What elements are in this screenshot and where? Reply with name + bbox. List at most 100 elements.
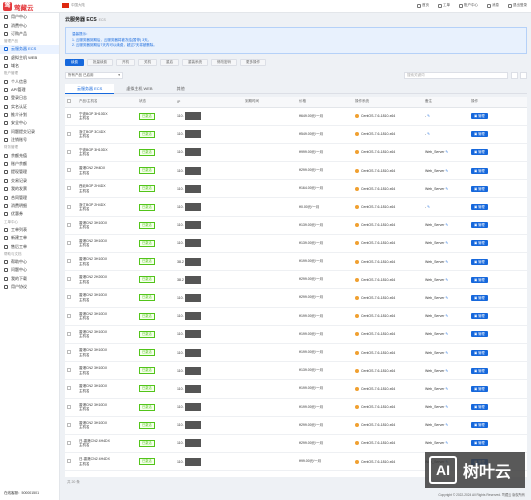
toolbar-button[interactable]: 续费 bbox=[65, 58, 84, 66]
row-checkbox[interactable] bbox=[67, 295, 71, 300]
row-checkbox[interactable] bbox=[67, 168, 71, 173]
sidebar-item[interactable]: 域名 bbox=[0, 62, 59, 70]
manage-button[interactable]: ▣管理 bbox=[471, 349, 488, 356]
settings-icon[interactable] bbox=[520, 71, 527, 79]
toolbar-button[interactable]: 关机 bbox=[138, 58, 157, 66]
edit-icon[interactable]: ✎ bbox=[444, 314, 448, 318]
brand-logo[interactable]: 莺 莺藏云 bbox=[3, 2, 34, 12]
top-nav-item[interactable]: 账户中心 bbox=[459, 3, 478, 8]
region-selector[interactable]: 中国大陆 bbox=[62, 3, 85, 8]
manage-button[interactable]: ▣管理 bbox=[471, 131, 488, 138]
toolbar-button[interactable]: 重装系统 bbox=[182, 58, 208, 66]
edit-icon[interactable]: ✎ bbox=[444, 351, 448, 355]
edit-icon[interactable]: ✎ bbox=[444, 150, 448, 154]
sidebar-item[interactable]: 账户余额 bbox=[0, 160, 59, 168]
edit-icon[interactable]: ✎ bbox=[444, 332, 448, 336]
sidebar-item[interactable]: 问题中心 bbox=[0, 266, 59, 274]
sidebar-item[interactable]: API管理 bbox=[0, 86, 59, 94]
sidebar-item[interactable]: 用户中心 bbox=[0, 13, 59, 21]
sidebar-item[interactable]: 提现管理 bbox=[0, 168, 59, 176]
row-checkbox[interactable] bbox=[67, 113, 71, 118]
sidebar-item[interactable]: 实名认证 bbox=[0, 103, 59, 111]
edit-icon[interactable]: ✎ bbox=[444, 296, 448, 300]
manage-button[interactable]: ▣管理 bbox=[471, 367, 488, 374]
sidebar-item[interactable]: 注销账号 bbox=[0, 136, 59, 144]
manage-button[interactable]: ▣管理 bbox=[471, 294, 488, 301]
sidebar-item[interactable]: 我的下载 bbox=[0, 275, 59, 283]
top-nav-item[interactable]: 首页 bbox=[417, 3, 429, 8]
row-checkbox[interactable] bbox=[67, 277, 71, 282]
row-checkbox[interactable] bbox=[67, 259, 71, 264]
manage-button[interactable]: ▣管理 bbox=[471, 185, 488, 192]
sidebar-item[interactable]: 订购产品 bbox=[0, 30, 59, 38]
row-checkbox[interactable] bbox=[67, 368, 71, 373]
row-checkbox[interactable] bbox=[67, 350, 71, 355]
sidebar-item[interactable]: 虚拟主机 WEB bbox=[0, 54, 59, 62]
tab-item[interactable]: 其他 bbox=[165, 84, 197, 94]
refresh-icon[interactable] bbox=[511, 71, 518, 79]
edit-icon[interactable]: ✎ bbox=[444, 260, 448, 264]
edit-icon[interactable]: ✎ bbox=[444, 187, 448, 191]
row-checkbox[interactable] bbox=[67, 222, 71, 227]
product-filter-select[interactable]: 所有产品 已启用 ▾ bbox=[65, 71, 123, 79]
sidebar-item[interactable]: 合同管理 bbox=[0, 193, 59, 201]
edit-icon[interactable]: ✎ bbox=[444, 405, 448, 409]
sidebar-item[interactable]: 交易记录 bbox=[0, 177, 59, 185]
sidebar-item[interactable]: 云服务器 ECS bbox=[0, 45, 59, 54]
tab-item[interactable]: 虚拟主机 WEB bbox=[114, 84, 164, 94]
manage-button[interactable]: ▣管理 bbox=[471, 385, 488, 392]
edit-icon[interactable]: ✎ bbox=[444, 241, 448, 245]
manage-button[interactable]: ▣管理 bbox=[471, 422, 488, 429]
edit-icon[interactable]: ✎ bbox=[444, 278, 448, 282]
row-checkbox[interactable] bbox=[67, 422, 71, 427]
sidebar-item[interactable]: 问题提交记录 bbox=[0, 128, 59, 136]
sidebar-item[interactable]: 消费中心 bbox=[0, 21, 59, 29]
row-checkbox[interactable] bbox=[67, 404, 71, 409]
edit-icon[interactable]: ✎ bbox=[426, 114, 430, 118]
sidebar-item[interactable]: 消费明细 bbox=[0, 202, 59, 210]
sidebar-item[interactable]: 我的发票 bbox=[0, 185, 59, 193]
edit-icon[interactable]: ✎ bbox=[444, 369, 448, 373]
sidebar-item[interactable]: 安全中心 bbox=[0, 119, 59, 127]
manage-button[interactable]: ▣管理 bbox=[471, 313, 488, 320]
row-checkbox[interactable] bbox=[67, 131, 71, 136]
row-checkbox[interactable] bbox=[67, 313, 71, 318]
manage-button[interactable]: ▣管理 bbox=[471, 440, 488, 447]
sidebar-item[interactable]: 余额充值 bbox=[0, 151, 59, 159]
sidebar-item[interactable]: 售后工单 bbox=[0, 242, 59, 250]
manage-button[interactable]: ▣管理 bbox=[471, 276, 488, 283]
select-all-cell[interactable] bbox=[65, 97, 77, 108]
manage-button[interactable]: ▣管理 bbox=[471, 258, 488, 265]
sidebar-item[interactable]: 工单列表 bbox=[0, 226, 59, 234]
edit-icon[interactable]: ✎ bbox=[444, 423, 448, 427]
manage-button[interactable]: ▣管理 bbox=[471, 204, 488, 211]
manage-button[interactable]: ▣管理 bbox=[471, 149, 488, 156]
manage-button[interactable]: ▣管理 bbox=[471, 404, 488, 411]
sidebar-item[interactable]: 推介计划 bbox=[0, 111, 59, 119]
top-nav-item[interactable]: 消息 bbox=[487, 3, 499, 8]
sidebar-item[interactable]: 登录日志 bbox=[0, 94, 59, 102]
edit-icon[interactable]: ✎ bbox=[444, 223, 448, 227]
manage-button[interactable]: ▣管理 bbox=[471, 331, 488, 338]
tab-item[interactable]: 云服务器 ECS bbox=[65, 84, 115, 94]
select-all-checkbox[interactable] bbox=[67, 99, 71, 104]
sidebar-item[interactable]: 个人信息 bbox=[0, 77, 59, 85]
toolbar-button[interactable]: 开机 bbox=[116, 58, 135, 66]
row-checkbox[interactable] bbox=[67, 459, 71, 464]
edit-icon[interactable]: ✎ bbox=[426, 132, 430, 136]
row-checkbox[interactable] bbox=[67, 331, 71, 336]
row-checkbox[interactable] bbox=[67, 204, 71, 209]
manage-button[interactable]: ▣管理 bbox=[471, 240, 488, 247]
row-checkbox[interactable] bbox=[67, 149, 71, 154]
sidebar-item[interactable]: 新建工单 bbox=[0, 234, 59, 242]
manage-button[interactable]: ▣管理 bbox=[471, 222, 488, 229]
row-checkbox[interactable] bbox=[67, 440, 71, 445]
edit-icon[interactable]: ✎ bbox=[444, 169, 448, 173]
row-checkbox[interactable] bbox=[67, 186, 71, 191]
search-input[interactable]: 搜索关键词 bbox=[404, 71, 508, 79]
edit-icon[interactable]: ✎ bbox=[426, 205, 430, 209]
sidebar-item[interactable]: 用户协议 bbox=[0, 283, 59, 291]
sidebar-item[interactable]: 帮助中心 bbox=[0, 258, 59, 266]
manage-button[interactable]: ▣管理 bbox=[471, 167, 488, 174]
top-nav-item[interactable]: 退出登录 bbox=[508, 3, 527, 8]
